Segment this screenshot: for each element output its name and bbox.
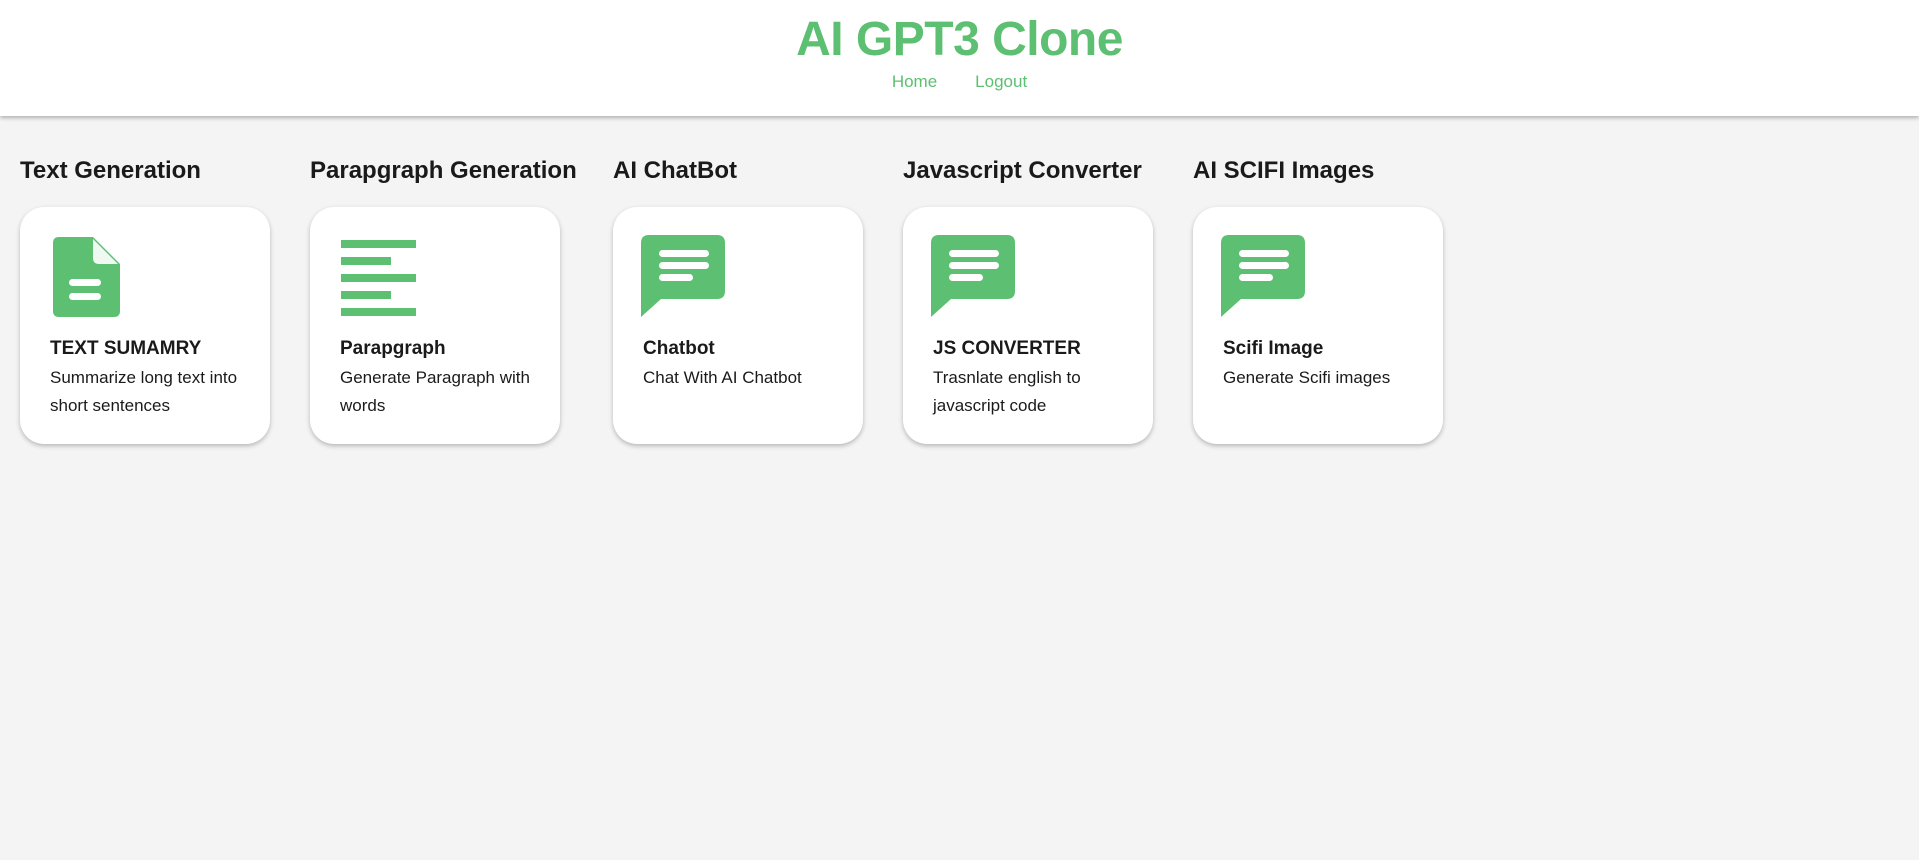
card-description: Generate Scifi images bbox=[1223, 368, 1391, 387]
card-text-summary[interactable]: TEXT SUMAMRY Summarize long text into sh… bbox=[20, 207, 270, 444]
nav-logout-link[interactable]: Logout bbox=[975, 71, 1027, 93]
card-js-converter[interactable]: JS CONVERTER Trasnlate english to javasc… bbox=[903, 207, 1153, 444]
section-ai-chatbot: AI ChatBot Chatbot Chat With AI Chatbot bbox=[613, 155, 903, 444]
section-text-generation: Text Generation TEXT SUMAMRY Summarize l… bbox=[20, 155, 310, 444]
paragraph-lines-icon bbox=[341, 240, 416, 316]
nav-bar: Home Logout bbox=[0, 71, 1919, 93]
card-scifi-image[interactable]: Scifi Image Generate Scifi images bbox=[1193, 207, 1443, 444]
section-title: Javascript Converter bbox=[903, 157, 1142, 184]
card-description: Chat With AI Chatbot bbox=[643, 368, 802, 387]
card-title: Parapgraph bbox=[340, 338, 446, 359]
section-paragraph-generation: Parapgraph Generation Parapgraph Generat… bbox=[310, 155, 600, 444]
chat-bubble-icon bbox=[1221, 235, 1305, 317]
nav-home-link[interactable]: Home bbox=[892, 71, 937, 93]
card-title: Chatbot bbox=[643, 338, 715, 359]
document-icon bbox=[53, 237, 120, 317]
section-title: Text Generation bbox=[20, 157, 201, 184]
section-javascript-converter: Javascript Converter JS CONVERTER Trasnl… bbox=[903, 155, 1193, 444]
section-ai-scifi-images: AI SCIFI Images Scifi Image Generate Sci… bbox=[1193, 155, 1483, 444]
card-description: Generate Paragraph with words bbox=[340, 368, 530, 415]
chat-bubble-icon bbox=[931, 235, 1015, 317]
card-title: Scifi Image bbox=[1223, 338, 1324, 359]
app-title: AI GPT3 Clone bbox=[796, 13, 1123, 66]
card-description: Trasnlate english to javascript code bbox=[933, 368, 1081, 415]
card-title: TEXT SUMAMRY bbox=[50, 338, 202, 359]
section-title: Parapgraph Generation bbox=[310, 157, 577, 184]
section-title: AI ChatBot bbox=[613, 157, 737, 184]
card-paragraph[interactable]: Parapgraph Generate Paragraph with words bbox=[310, 207, 560, 444]
section-title: AI SCIFI Images bbox=[1193, 157, 1375, 184]
app-header: AI GPT3 Clone Home Logout bbox=[0, 0, 1919, 116]
card-chatbot[interactable]: Chatbot Chat With AI Chatbot bbox=[613, 207, 863, 444]
card-title: JS CONVERTER bbox=[933, 338, 1081, 359]
chat-bubble-icon bbox=[641, 235, 725, 317]
card-description: Summarize long text into short sentences bbox=[50, 368, 238, 415]
